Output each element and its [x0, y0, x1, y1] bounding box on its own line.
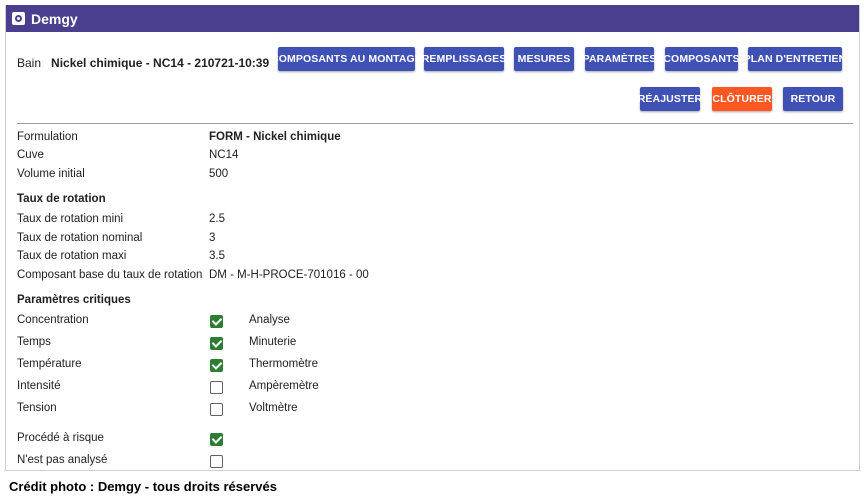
critical-row-instrument: Analyse [249, 314, 290, 326]
remplissages-button[interactable]: Remplissages [422, 47, 506, 71]
composants-montage-button[interactable]: Composants au montage [271, 47, 422, 71]
volume-value: 500 [209, 168, 229, 180]
photo-credit: Crédit photo : Demgy - tous droits réser… [9, 479, 277, 494]
critical-row-instrument: Thermomètre [249, 358, 319, 370]
bath-value: Nickel chimique - NC14 - 210721-10:39 [51, 56, 270, 70]
rotation-nominal-label: Taux de rotation nominal [17, 232, 143, 244]
tension-checkbox[interactable] [210, 403, 223, 416]
cloturer-button[interactable]: Clôturer [712, 87, 772, 111]
rotation-mini-label: Taux de rotation mini [17, 213, 124, 225]
critical-row-label: Temps [17, 336, 51, 348]
critical-row-instrument: Voltmètre [249, 402, 298, 414]
rotation-nominal-value: 3 [209, 232, 216, 244]
rotation-maxi-value: 3.5 [209, 250, 225, 262]
non-analyse-label: N'est pas analysé [17, 454, 108, 466]
rotation-maxi-label: Taux de rotation maxi [17, 250, 127, 262]
parametres-button[interactable]: Paramètres [583, 47, 656, 71]
critical-row-label: Intensité [17, 380, 61, 392]
critical-row-instrument: Minuterie [249, 336, 297, 348]
retour-button[interactable]: Retour [783, 87, 843, 111]
header-divider [17, 123, 853, 124]
volume-label: Volume initial [17, 168, 85, 180]
intensite-checkbox[interactable] [210, 381, 223, 394]
temps-checkbox[interactable] [210, 337, 223, 350]
composants-button[interactable]: Composants [663, 47, 740, 71]
app-title: Demgy [31, 10, 78, 27]
app-header: Demgy [6, 5, 859, 32]
formulation-value: FORM - Nickel chimique [209, 131, 341, 143]
bath-label: Bain [17, 56, 42, 70]
critical-section-title: Paramètres critiques [17, 294, 131, 306]
rotation-base-label: Composant base du taux de rotation [17, 269, 203, 281]
plan-entretien-button[interactable]: Plan d'entretien [744, 47, 846, 71]
critical-row-label: Tension [17, 402, 57, 414]
cuve-value: NC14 [209, 149, 239, 161]
formulation-label: Formulation [17, 131, 78, 143]
critical-row-label: Température [17, 358, 82, 370]
procede-risque-checkbox[interactable] [210, 433, 223, 446]
bath-row: Bain Nickel chimique - NC14 - 210721-10:… [17, 53, 269, 73]
concentration-checkbox[interactable] [210, 315, 223, 328]
rotation-mini-value: 2.5 [209, 213, 225, 225]
temperature-checkbox[interactable] [210, 359, 223, 372]
rotation-section-title: Taux de rotation [17, 193, 106, 205]
procede-risque-label: Procédé à risque [17, 432, 104, 444]
non-analyse-checkbox[interactable] [210, 455, 223, 468]
demgy-logo-icon [12, 12, 25, 25]
rotation-base-value: DM - M-H-PROCE-701016 - 00 [209, 269, 369, 281]
cuve-label: Cuve [17, 149, 44, 161]
critical-row-label: Concentration [17, 314, 89, 326]
reajuster-button[interactable]: Réajuster [638, 87, 702, 111]
mesures-button[interactable]: Mesures [514, 47, 574, 71]
critical-row-instrument: Ampèremètre [249, 380, 319, 392]
app-window: Demgy Bain Nickel chimique - NC14 - 2107… [5, 5, 860, 471]
